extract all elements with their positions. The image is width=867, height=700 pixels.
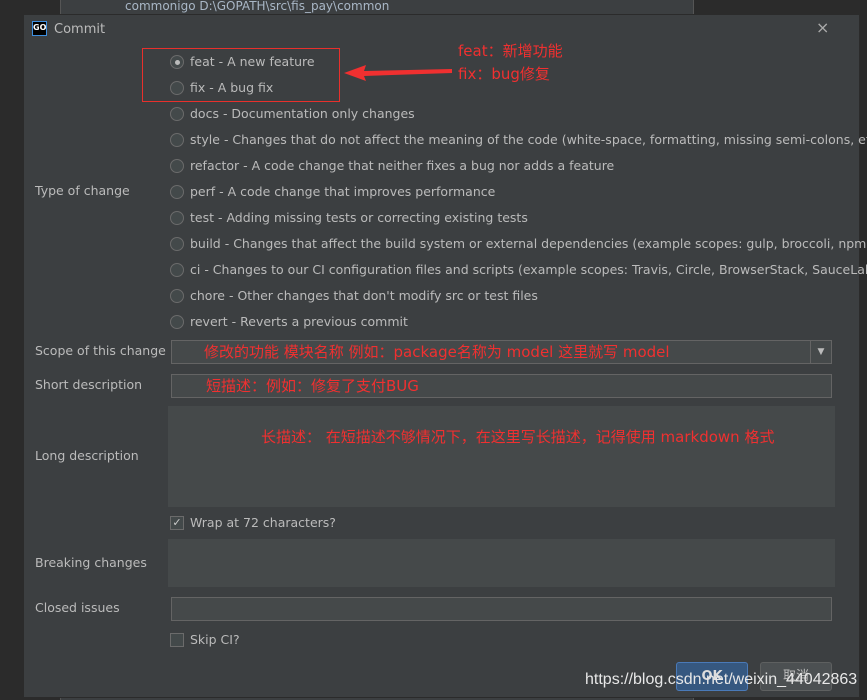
radio-option[interactable]: ci - Changes to our CI configuration fil… xyxy=(170,262,867,277)
annotation-long: 长描述： 在短描述不够情况下，在这里写长描述，记得使用 markdown 格式 xyxy=(261,428,775,446)
type-of-change-label: Type of change xyxy=(35,183,130,198)
radio-option[interactable]: build - Changes that affect the build sy… xyxy=(170,236,867,251)
skip-ci-checkbox[interactable]: Skip CI? xyxy=(170,632,240,647)
radio-icon xyxy=(170,236,184,251)
annotation-arrow-icon xyxy=(344,65,452,81)
radio-option[interactable]: style - Changes that do not affect the m… xyxy=(170,132,867,147)
radio-label: chore - Other changes that don't modify … xyxy=(190,288,538,303)
annotation-fix: fix：bug修复 xyxy=(458,65,550,83)
radio-option[interactable]: perf - A code change that improves perfo… xyxy=(170,184,495,199)
close-icon[interactable]: × xyxy=(816,18,829,37)
radio-icon xyxy=(170,132,184,147)
radio-option[interactable]: test - Adding missing tests or correctin… xyxy=(170,210,528,225)
radio-icon xyxy=(170,106,184,121)
short-description-label: Short description xyxy=(35,377,143,392)
background-file-row: commonigo D:\GOPATH\src\fis_pay\common xyxy=(125,0,390,13)
radio-icon xyxy=(170,288,184,303)
wrap-label: Wrap at 72 characters? xyxy=(190,515,336,530)
radio-option[interactable]: revert - Reverts a previous commit xyxy=(170,314,408,329)
radio-option[interactable]: docs - Documentation only changes xyxy=(170,106,415,121)
wrap-checkbox[interactable]: ✓ Wrap at 72 characters? xyxy=(170,515,336,530)
radio-label: build - Changes that affect the build sy… xyxy=(190,236,867,251)
radio-label: feat - A new feature xyxy=(190,54,315,69)
goland-logo-icon: GO xyxy=(32,21,47,36)
annotation-scope: 修改的功能 模块名称 例如：package名称为 model 这里就写 mode… xyxy=(204,343,670,361)
breaking-changes-textarea[interactable] xyxy=(168,539,835,587)
long-description-textarea[interactable] xyxy=(168,406,835,507)
radio-icon xyxy=(170,158,184,173)
checkmark-icon: ✓ xyxy=(170,515,184,530)
radio-label: style - Changes that do not affect the m… xyxy=(190,132,867,147)
radio-icon xyxy=(170,184,184,199)
radio-option[interactable]: refactor - A code change that neither fi… xyxy=(170,158,614,173)
dialog-title: Commit xyxy=(54,22,106,37)
radio-icon xyxy=(170,262,184,277)
radio-label: test - Adding missing tests or correctin… xyxy=(190,210,528,225)
radio-icon xyxy=(170,210,184,225)
breaking-changes-label: Breaking changes xyxy=(35,555,147,570)
radio-label: refactor - A code change that neither fi… xyxy=(190,158,615,173)
long-description-label: Long description xyxy=(35,448,139,463)
radio-option[interactable]: fix - A bug fix xyxy=(170,80,273,95)
radio-icon xyxy=(170,54,184,69)
radio-label: ci - Changes to our CI configuration fil… xyxy=(190,262,867,277)
annotation-short: 短描述：例如：修复了支付BUG xyxy=(206,377,419,395)
radio-option[interactable]: feat - A new feature xyxy=(170,54,315,69)
radio-label: revert - Reverts a previous commit xyxy=(190,314,408,329)
radio-label: perf - A code change that improves perfo… xyxy=(190,184,496,199)
radio-option[interactable]: chore - Other changes that don't modify … xyxy=(170,288,538,303)
chevron-down-icon[interactable]: ▼ xyxy=(810,341,831,363)
scope-label: Scope of this change xyxy=(35,343,166,358)
radio-label: docs - Documentation only changes xyxy=(190,106,415,121)
annotation-feat: feat：新增功能 xyxy=(458,42,563,60)
watermark: https://blog.csdn.net/weixin_44042863 xyxy=(585,671,858,688)
radio-label: fix - A bug fix xyxy=(190,80,274,95)
closed-issues-input[interactable] xyxy=(171,597,832,621)
radio-icon xyxy=(170,314,184,329)
closed-issues-label: Closed issues xyxy=(35,600,120,615)
radio-icon xyxy=(170,80,184,95)
commit-dialog: GO Commit × feat：新增功能 fix：bug修复 Type of … xyxy=(23,14,867,698)
skip-ci-label: Skip CI? xyxy=(190,632,240,647)
checkbox-icon xyxy=(170,632,184,647)
